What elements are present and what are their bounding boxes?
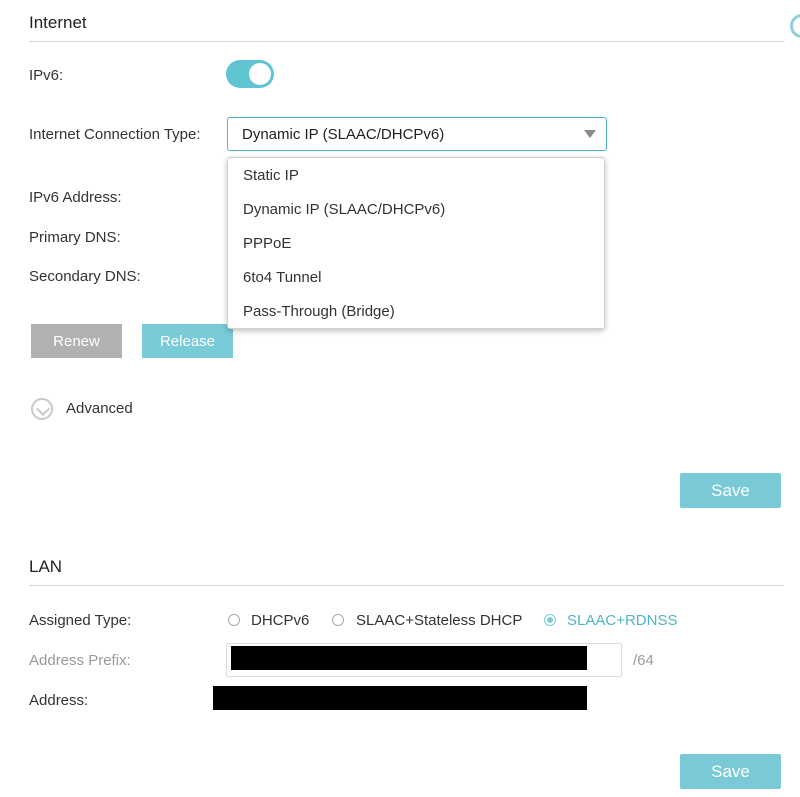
primary-dns-label: Primary DNS: — [29, 229, 121, 246]
renew-button[interactable]: Renew — [31, 324, 122, 358]
lan-section-divider — [29, 585, 784, 586]
redacted-address — [213, 686, 587, 710]
lan-section-title: LAN — [29, 557, 63, 576]
dropdown-option-pass-through[interactable]: Pass-Through (Bridge) — [243, 303, 395, 320]
address-prefix-label: Address Prefix: — [29, 652, 131, 669]
caret-down-icon — [584, 130, 596, 138]
connection-type-dropdown: Static IP Dynamic IP (SLAAC/DHCPv6) PPPo… — [227, 157, 605, 329]
radio-slaac-stateless-dhcp[interactable] — [332, 614, 344, 626]
radio-dhcpv6[interactable] — [228, 614, 240, 626]
internet-section-divider — [29, 41, 784, 42]
dropdown-option-dynamic-ip[interactable]: Dynamic IP (SLAAC/DHCPv6) — [243, 201, 445, 218]
advanced-toggle-label[interactable]: Advanced — [66, 400, 133, 417]
dropdown-option-pppoe[interactable]: PPPoE — [243, 235, 291, 252]
toggle-knob — [249, 63, 271, 85]
lan-save-button[interactable]: Save — [680, 754, 781, 789]
ipv6-label: IPv6: — [29, 67, 64, 84]
assigned-type-label: Assigned Type: — [29, 612, 132, 629]
release-button[interactable]: Release — [142, 324, 233, 358]
edge-circle-icon — [790, 14, 800, 38]
radio-label-dhcpv6[interactable]: DHCPv6 — [251, 612, 309, 629]
radio-dot — [547, 617, 553, 623]
address-label: Address: — [29, 692, 89, 709]
connection-type-select[interactable]: Dynamic IP (SLAAC/DHCPv6) — [227, 117, 607, 151]
radio-label-slaac-stateless-dhcp[interactable]: SLAAC+Stateless DHCP — [356, 612, 522, 629]
internet-save-button[interactable]: Save — [680, 473, 781, 508]
ipv6-address-label: IPv6 Address: — [29, 189, 122, 206]
prefix-length-suffix: /64 — [633, 652, 654, 669]
radio-slaac-rdnss[interactable] — [544, 614, 556, 626]
redacted-address-prefix — [231, 646, 587, 670]
internet-section-title: Internet — [29, 13, 87, 32]
radio-label-slaac-rdnss[interactable]: SLAAC+RDNSS — [567, 612, 677, 629]
dropdown-option-6to4-tunnel[interactable]: 6to4 Tunnel — [243, 269, 321, 286]
ipv6-toggle[interactable] — [226, 60, 274, 88]
chevron-down-circle-icon[interactable] — [31, 398, 53, 420]
dropdown-option-static-ip[interactable]: Static IP — [243, 167, 299, 184]
connection-type-label: Internet Connection Type: — [29, 126, 201, 143]
secondary-dns-label: Secondary DNS: — [29, 268, 141, 285]
connection-type-value: Dynamic IP (SLAAC/DHCPv6) — [242, 126, 445, 143]
chevron-down-icon — [35, 401, 51, 417]
